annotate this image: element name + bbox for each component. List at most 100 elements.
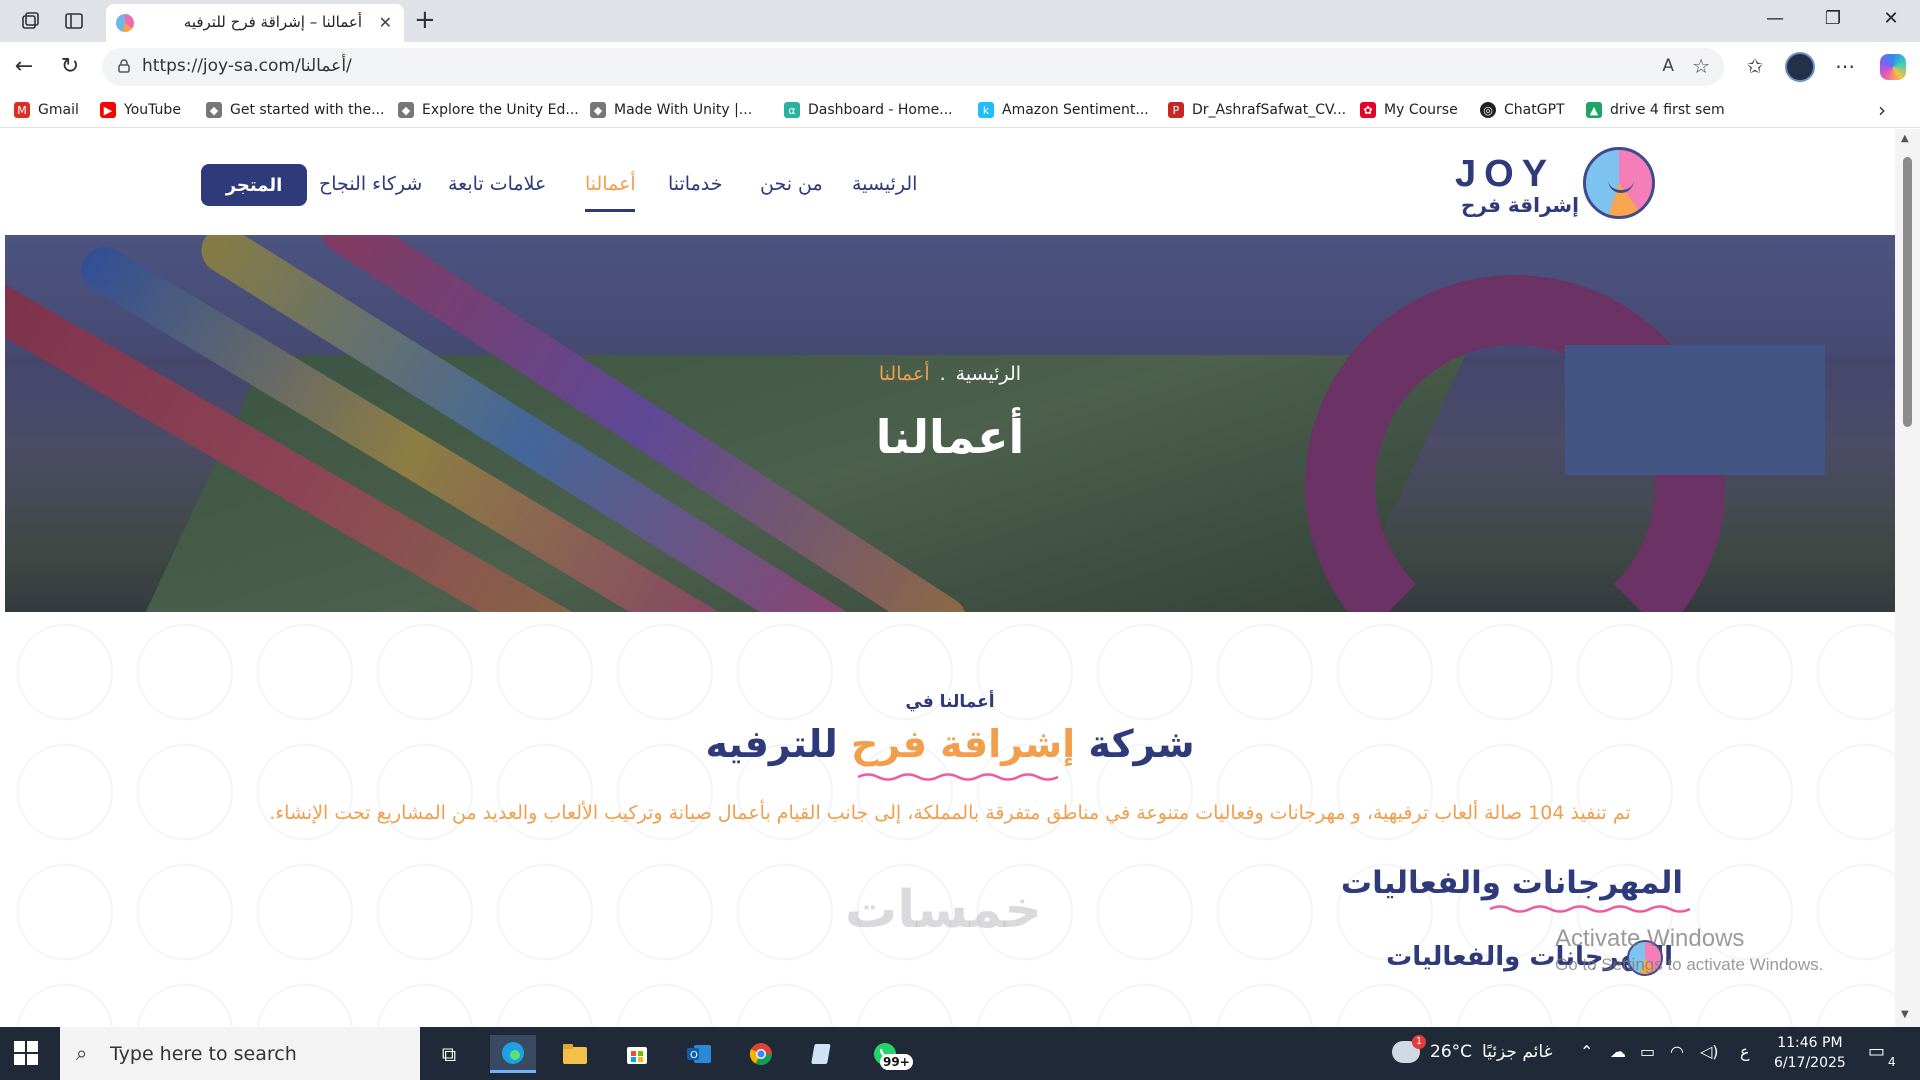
search-placeholder: Type here to search (110, 1043, 297, 1065)
site-logo[interactable]: JOY إشراقة فرح (1455, 147, 1655, 221)
browser-tab-bar: أعمالنا – إشراقة فرح للترفيه ✕ + — ❐ ✕ (0, 0, 1920, 42)
edge-taskbar-icon[interactable] (490, 1035, 536, 1073)
breadcrumb-home[interactable]: الرئيسية (956, 363, 1021, 385)
bookmark-label: My Course (1384, 102, 1458, 118)
clock-time: 11:46 PM (1777, 1035, 1843, 1051)
new-tab-button[interactable]: + (414, 6, 436, 34)
volume-icon[interactable]: ◁) (1700, 1042, 1719, 1061)
section-description: تم تنفيذ 104 صالة ألعاب ترفيهية، و مهرجا… (269, 802, 1631, 824)
bookmark-item[interactable]: M Gmail (14, 100, 79, 120)
notepad-icon[interactable] (800, 1035, 846, 1073)
pdf-icon: P (1168, 102, 1184, 118)
nav-about[interactable]: من نحن (760, 173, 823, 195)
restore-icon[interactable]: ❐ (1813, 8, 1853, 29)
taskbar-clock[interactable]: 11:46 PM 6/17/2025 (1774, 1033, 1846, 1073)
bookmark-item[interactable]: ✿ My Course (1360, 100, 1458, 120)
bookmark-label: ChatGPT (1504, 102, 1565, 118)
battery-icon[interactable]: ▭ (1640, 1042, 1655, 1061)
chrome-icon[interactable] (738, 1035, 784, 1073)
bookmark-item[interactable]: ▶ YouTube (100, 100, 181, 120)
weather-temperature: 26°C (1430, 1042, 1473, 1062)
bookmark-item[interactable]: α Dashboard - Home... (784, 100, 953, 120)
site-info-icon[interactable] (116, 58, 132, 74)
logo-wordmark: JOY (1455, 153, 1556, 195)
bookmark-item[interactable]: P Dr_AshrafSafwat_CV... (1168, 100, 1346, 120)
chevron-right-icon[interactable]: › (1878, 98, 1886, 122)
activate-title: Activate Windows (1555, 925, 1745, 952)
notification-center-icon[interactable]: ▭ (1868, 1041, 1885, 1062)
breadcrumb: الرئيسية. أعمالنا (5, 363, 1895, 385)
bookmarks-bar: M Gmail ▶ YouTube ◆ Get started with the...… (0, 92, 1920, 128)
minimize-icon[interactable]: — (1755, 8, 1795, 29)
tab-title: أعمالنا – إشراقة فرح للترفيه (183, 13, 362, 31)
task-view-icon[interactable]: ⧉ (426, 1035, 472, 1073)
bookmark-item[interactable]: ◆ Get started with the... (206, 100, 384, 120)
nav-partners[interactable]: شركاء النجاح (319, 173, 422, 195)
close-window-icon[interactable]: ✕ (1871, 8, 1911, 29)
headline-part-1: شركة (1088, 722, 1195, 766)
bookmark-label: Dr_AshrafSafwat_CV... (1192, 102, 1347, 118)
svg-text:O: O (690, 1050, 698, 1061)
onedrive-cloud-icon[interactable]: ☁ (1610, 1042, 1626, 1061)
page-title: أعمالنا (875, 410, 1025, 464)
favorites-icon[interactable]: ✩ (1740, 54, 1770, 78)
bookmark-item[interactable]: ◎ ChatGPT (1480, 100, 1565, 120)
search-icon: ⌕ (76, 1041, 88, 1065)
nav-brands[interactable]: علامات تابعة (448, 173, 546, 195)
bookmark-item[interactable]: ◆ Made With Unity |... (590, 100, 752, 120)
bookmark-label: YouTube (124, 102, 181, 118)
profile-avatar[interactable] (1785, 52, 1815, 82)
logo-arabic-text: إشراقة فرح (1461, 193, 1579, 217)
site-header: JOY إشراقة فرح الرئيسية من نحن خدماتنا أ… (5, 129, 1895, 235)
chatgpt-icon: ◎ (1480, 102, 1496, 118)
store-button[interactable]: المتجر (201, 164, 307, 206)
scroll-up-icon[interactable]: ▲ (1901, 133, 1909, 144)
nav-services[interactable]: خدماتنا (668, 173, 723, 195)
read-aloud-icon[interactable]: A (1662, 56, 1674, 76)
copilot-icon[interactable] (1880, 54, 1906, 80)
bookmark-label: Made With Unity |... (614, 102, 753, 118)
windows-start-icon[interactable] (14, 1041, 38, 1065)
bookmark-item[interactable]: k Amazon Sentiment... (978, 100, 1149, 120)
nav-home[interactable]: الرئيسية (852, 173, 917, 195)
clock-date: 6/17/2025 (1774, 1055, 1846, 1071)
file-explorer-icon[interactable] (552, 1035, 598, 1073)
nav-active-underline (585, 209, 635, 212)
vertical-tabs-icon[interactable] (62, 9, 86, 33)
site-favicon-icon (116, 14, 134, 32)
more-menu-icon[interactable]: ⋯ (1830, 54, 1860, 78)
activate-subtitle: Go to Settings to activate Windows. (1555, 955, 1824, 974)
gmail-icon: M (14, 102, 30, 118)
page-scrollbar[interactable]: ▲ ▼ (1895, 129, 1920, 1027)
scrollbar-thumb[interactable] (1903, 157, 1912, 427)
address-bar[interactable]: https://joy-sa.com/أعمالنا/ A ☆ (102, 48, 1724, 86)
store-taskbar-icon[interactable] (614, 1035, 660, 1073)
headline-squiggle (858, 773, 1058, 781)
bookmark-label: Dashboard - Home... (808, 102, 953, 118)
unity-icon: ◆ (398, 102, 414, 118)
dashboard-icon: α (784, 102, 800, 118)
whatsapp-unread-badge: 99+ (880, 1054, 913, 1070)
wifi-icon[interactable]: ◠ (1670, 1042, 1684, 1061)
nav-works[interactable]: أعمالنا (585, 173, 636, 195)
refresh-icon[interactable]: ↻ (56, 54, 84, 79)
bookmark-item[interactable]: ▲ drive 4 first sem (1586, 100, 1725, 120)
url-text[interactable]: https://joy-sa.com/أعمالنا/ (142, 56, 352, 76)
drive-icon: ▲ (1586, 102, 1602, 118)
khamsat-watermark: خمسات (845, 880, 1043, 940)
weather-widget[interactable]: 26°C غائم جزئيًا (1392, 1035, 1552, 1063)
outlook-icon[interactable]: O (676, 1035, 722, 1073)
favorite-star-icon[interactable]: ☆ (1692, 54, 1710, 78)
scroll-down-icon[interactable]: ▼ (1901, 1009, 1909, 1020)
close-tab-icon[interactable]: ✕ (379, 13, 392, 32)
unity-icon: ◆ (590, 102, 606, 118)
bookmark-label: Get started with the... (230, 102, 385, 118)
notification-count: 4 (1888, 1055, 1896, 1069)
chevron-up-icon[interactable]: ⌃ (1580, 1042, 1593, 1061)
bookmark-item[interactable]: ◆ Explore the Unity Ed... (398, 100, 579, 120)
back-icon[interactable]: ← (10, 54, 38, 79)
taskbar-search[interactable]: ⌕ Type here to search (60, 1027, 420, 1080)
active-tab[interactable]: أعمالنا – إشراقة فرح للترفيه ✕ (106, 4, 404, 42)
input-language-indicator[interactable]: ع (1740, 1042, 1750, 1061)
workspaces-icon[interactable] (18, 9, 42, 33)
